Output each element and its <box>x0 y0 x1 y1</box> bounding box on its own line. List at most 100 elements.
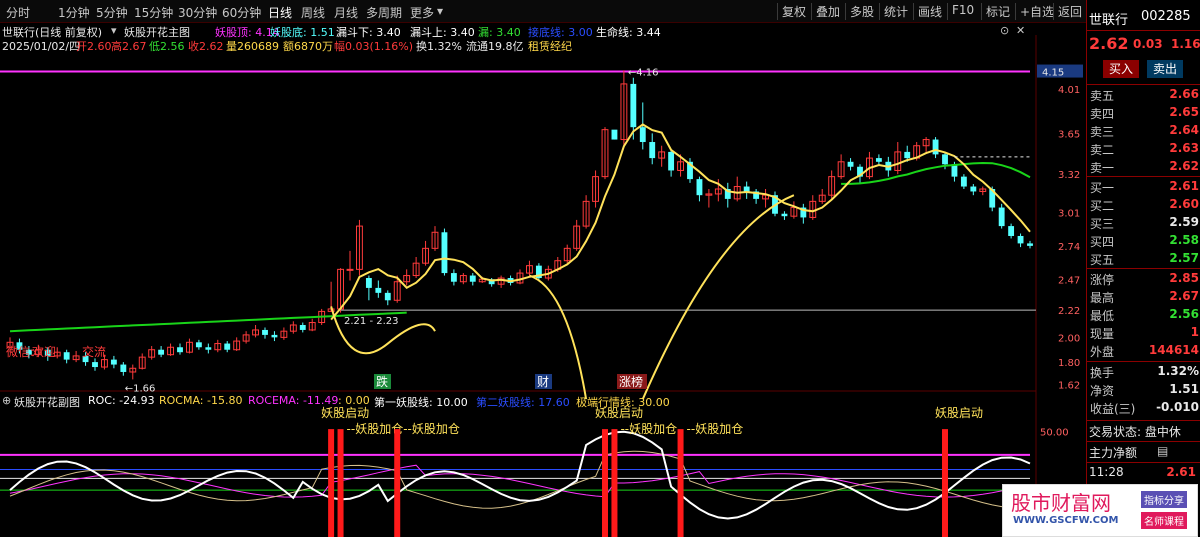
signal-bar <box>602 429 608 537</box>
tab-1min[interactable]: 1分钟 <box>58 4 90 21</box>
buy-button[interactable]: 买入 <box>1103 60 1139 78</box>
candle-body <box>847 161 854 167</box>
funnel-rise <box>641 194 795 400</box>
more-dropdown-icon[interactable]: ▾ <box>437 4 443 18</box>
sector-value[interactable]: 租赁经纪 <box>528 38 572 54</box>
candle-body <box>271 334 278 338</box>
line2-value: 第二妖股线: 17.60 <box>476 396 570 409</box>
gear-icon[interactable]: ⊙ <box>1000 24 1009 37</box>
tab-fenshi[interactable]: 分时 <box>6 4 30 21</box>
line1-value: 第一妖股线: 10.00 <box>374 396 468 409</box>
last-tick-time: 11:28 <box>1089 465 1124 479</box>
change-value: 幅0.03(1.16%) <box>334 40 414 53</box>
funnel-line <box>330 123 1031 321</box>
tag-courses: 名师课程 <box>1141 512 1187 529</box>
candle-body <box>875 158 882 162</box>
tab-multi-period[interactable]: 多周期 <box>366 4 402 21</box>
candle-body <box>970 186 977 192</box>
candle-body <box>611 129 618 140</box>
f10-button[interactable]: F10 <box>947 3 974 20</box>
watermark-url: WWW.GSCFW.COM <box>1013 515 1119 526</box>
roc-value: ROC: -24.93 <box>88 394 155 407</box>
candle-body <box>696 179 703 196</box>
price-tick-label: 2.00 <box>1058 333 1080 344</box>
watermark-title: 股市财富网 <box>1011 491 1111 515</box>
candle-body <box>110 359 117 365</box>
candle-body <box>441 232 448 274</box>
signal-label: --妖股加仓 <box>620 422 677 436</box>
float-cap-value: 流通19.8亿 <box>466 40 524 53</box>
amount-value: 额6870万 <box>283 40 333 53</box>
candle-body <box>1008 226 1015 236</box>
sell-button[interactable]: 卖出 <box>1147 60 1183 78</box>
last-tick-price: 2.61 <box>1166 465 1196 479</box>
current-volume-row: 现量 1 <box>1090 325 1199 341</box>
buy-level-1: 买一 2.61 <box>1090 179 1199 195</box>
date-label: 2025/01/02/四 <box>2 40 81 53</box>
fuquan-button[interactable]: 复权 <box>777 3 806 20</box>
tab-more[interactable]: 更多 <box>410 4 434 21</box>
low-row: 最低 2.56 <box>1090 307 1199 323</box>
volume-value: 量260689 <box>226 40 279 53</box>
candle-body <box>1027 243 1033 246</box>
tab-15min[interactable]: 15分钟 <box>134 4 173 21</box>
signal-label: 妖股启动 <box>321 406 369 420</box>
stock-name: 世联行 <box>1089 13 1129 28</box>
candle-body <box>649 142 656 159</box>
low-value: 低2.56 <box>149 40 185 53</box>
turnover-value: 换1.32% <box>416 40 462 53</box>
main-flow-expand-icon[interactable]: ▤ <box>1157 444 1168 458</box>
price-tick-label: 2.47 <box>1058 275 1080 286</box>
price-tick-label: 3.32 <box>1058 170 1080 181</box>
close-value: 收2.62 <box>188 40 224 53</box>
signal-bar <box>942 429 948 537</box>
tab-weekly[interactable]: 周线 <box>301 4 325 21</box>
price-tick-label: 3.65 <box>1058 129 1080 140</box>
tab-5min[interactable]: 5分钟 <box>96 4 128 21</box>
buy-level-2: 买二 2.60 <box>1090 197 1199 213</box>
back-button[interactable]: 返回 <box>1053 3 1082 20</box>
overlay-button[interactable]: 叠加 <box>811 3 840 20</box>
draw-line-button[interactable]: 画线 <box>913 3 942 20</box>
price-tick-label: 1.62 <box>1058 380 1080 391</box>
buy-level-4: 买四 2.58 <box>1090 233 1199 249</box>
close-icon[interactable]: ✕ <box>1016 24 1025 37</box>
quote-panel: 世联行 002285 2.62 0.03 1.16 买入 卖出 卖五 2.66 卖… <box>1086 0 1200 537</box>
candle-body <box>177 347 183 353</box>
kline-chart[interactable]: 4.15 4.01 3.65 3.32 3.01 2.74 2.47 2.22 2.00 1.80… <box>0 23 1086 537</box>
signal-bar <box>611 429 618 537</box>
rocma-value: ROCMA: -15.80 <box>159 394 243 407</box>
sub-chart-dropdown-icon[interactable]: ⊕ <box>2 394 11 407</box>
outer-volume-row: 外盘 144614 <box>1090 343 1199 359</box>
chart-annotation: 欢迎 <box>32 344 56 359</box>
price-tick-label: 2.22 <box>1058 306 1080 317</box>
candle-body <box>942 154 948 165</box>
candle-body <box>998 207 1005 227</box>
formula-dropdown-icon[interactable]: ▾ <box>111 24 117 37</box>
multi-stock-button[interactable]: 多股 <box>845 3 874 20</box>
sub-axis-label: 50.00 <box>1040 427 1069 438</box>
tab-daily[interactable]: 日线 <box>268 4 292 21</box>
limit-up-row: 涨停 2.85 <box>1090 271 1199 287</box>
tab-60min[interactable]: 60分钟 <box>222 4 261 21</box>
tab-monthly[interactable]: 月线 <box>334 4 358 21</box>
chart-annotation: 交流 <box>82 344 106 359</box>
candle-body <box>630 83 637 128</box>
candle-body <box>262 329 268 335</box>
sub-chart-title[interactable]: 妖股开花副图 <box>14 394 80 410</box>
chart-area[interactable]: 4.15 4.01 3.65 3.32 3.01 2.74 2.47 2.22 2.00 1.80… <box>0 23 1086 537</box>
extreme-line-value: 极端行情线: 30.00 <box>576 396 670 409</box>
candle-body <box>384 292 391 301</box>
candle-body <box>346 268 354 271</box>
tab-30min[interactable]: 30分钟 <box>178 4 217 21</box>
event-tag: 财 <box>537 375 549 389</box>
mark-button[interactable]: 标记 <box>981 3 1010 20</box>
add-watchlist-button[interactable]: +自选 <box>1015 3 1054 20</box>
signal-label: --妖股加仓 <box>403 422 460 436</box>
candle-body <box>960 176 967 187</box>
net-asset-row: 净资 1.51 <box>1090 382 1199 398</box>
main-flow-label[interactable]: 主力净额 <box>1089 444 1137 461</box>
statistics-button[interactable]: 统计 <box>879 3 908 20</box>
signal-label: --妖股加仓 <box>687 422 744 436</box>
price-change-pct: 1.16 <box>1171 37 1200 51</box>
